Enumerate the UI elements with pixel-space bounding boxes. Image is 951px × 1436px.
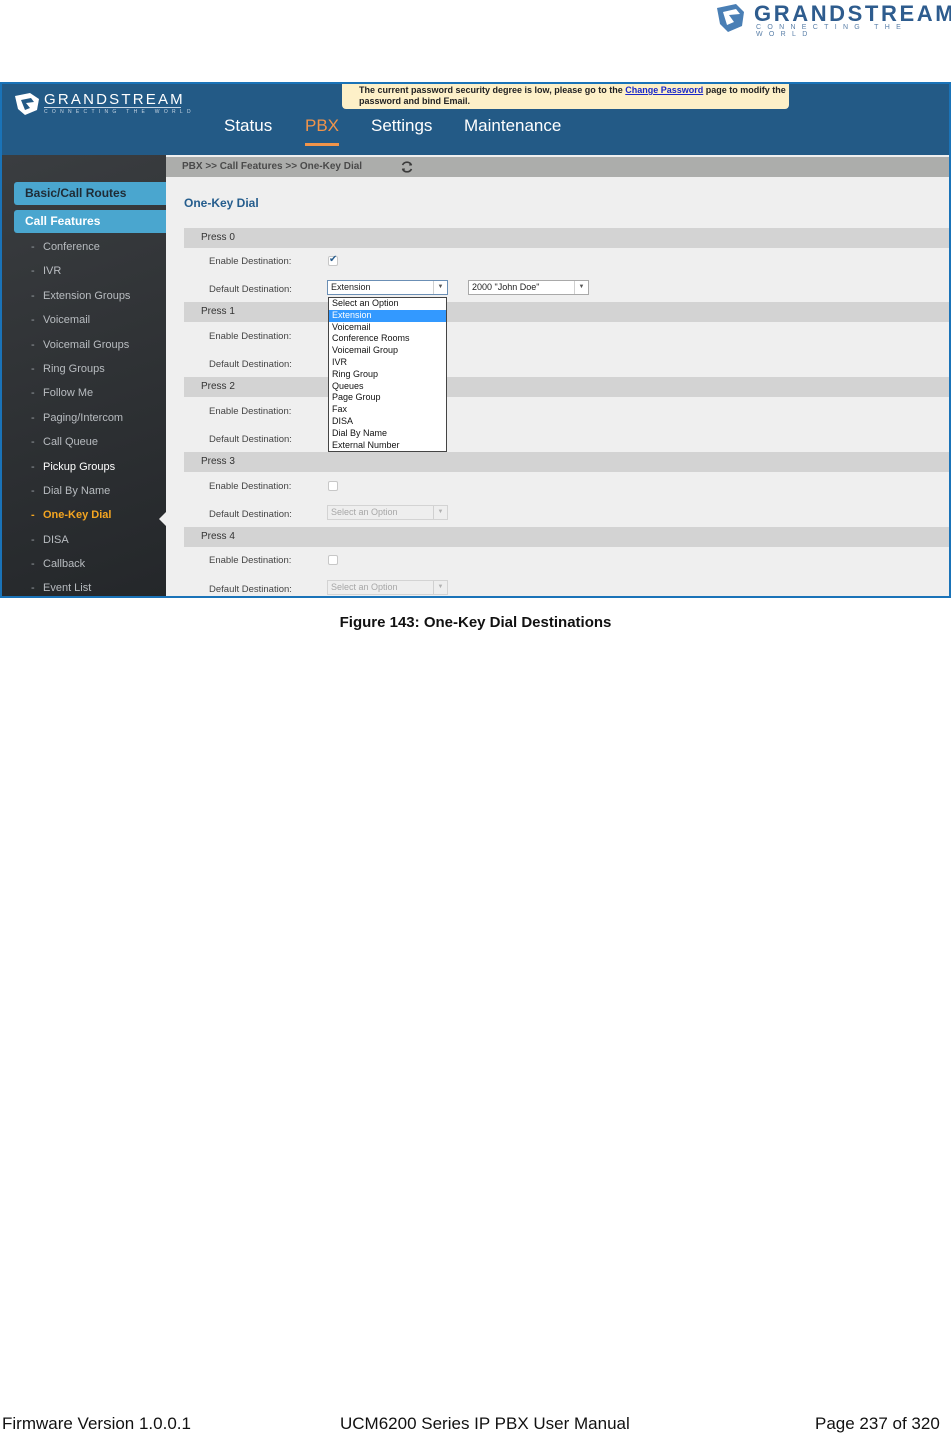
default-destination-label: Default Destination:	[209, 434, 292, 445]
dropdown-option[interactable]: Conference Rooms	[329, 333, 446, 345]
dropdown-option-selected[interactable]: Extension	[329, 309, 446, 322]
enable-destination-label: Enable Destination:	[209, 481, 292, 492]
chevron-down-icon: ▼	[574, 281, 588, 294]
dropdown-option[interactable]: Voicemail Group	[329, 345, 446, 357]
active-item-pointer	[159, 512, 166, 526]
sidebar-item-event-list[interactable]: - Event List	[31, 582, 130, 596]
breadcrumb: PBX >> Call Features >> One-Key Dial	[182, 161, 363, 172]
sidebar: Basic/Call Routes Call Features - Confere…	[2, 155, 166, 596]
sidebar-item-disa[interactable]: - DISA	[31, 534, 130, 558]
sidebar-item-callback[interactable]: - Callback	[31, 558, 130, 582]
press-0-target-select[interactable]: 2000 "John Doe" ▼	[468, 280, 589, 295]
enable-destination-label: Enable Destination:	[209, 555, 292, 566]
nav-maintenance[interactable]: Maintenance	[464, 116, 561, 136]
sidebar-item-call-queue[interactable]: - Call Queue	[31, 436, 130, 460]
logo-tagline: CONNECTING THE WORLD	[756, 24, 908, 38]
ucm-screenshot: GRANDSTREAM CONNECTING THE WORLD The cur…	[0, 82, 951, 598]
press-3-destination-select[interactable]: Select an Option ▼	[327, 505, 448, 520]
sidebar-list: - Conference - IVR - Extension Groups - Voic…	[31, 241, 130, 596]
enable-destination-label: Enable Destination:	[209, 256, 292, 267]
top-bar: GRANDSTREAM CONNECTING THE WORLD The cur…	[2, 84, 949, 155]
default-destination-label: Default Destination:	[209, 584, 292, 595]
breadcrumb-bar: PBX >> Call Features >> One-Key Dial	[166, 157, 949, 177]
press-4-enable-checkbox[interactable]	[328, 555, 338, 565]
sidebar-item-one-key-dial[interactable]: - One-Key Dial	[31, 509, 130, 533]
section-press-3: Press 3	[184, 452, 949, 472]
default-destination-label: Default Destination:	[209, 284, 292, 295]
chevron-down-icon: ▼	[433, 281, 447, 294]
dropdown-option[interactable]: Queues	[329, 381, 446, 393]
sidebar-item-pickup-groups[interactable]: - Pickup Groups	[31, 461, 130, 485]
sidebar-item-follow-me[interactable]: - Follow Me	[31, 387, 130, 411]
enable-destination-label: Enable Destination:	[209, 331, 292, 342]
sidebar-item-voicemail[interactable]: - Voicemail	[31, 314, 130, 338]
sidebar-item-ring-groups[interactable]: - Ring Groups	[31, 363, 130, 387]
grandstream-logo-icon	[717, 4, 744, 32]
press-0-enable-checkbox[interactable]	[328, 254, 338, 266]
section-press-0: Press 0	[184, 228, 949, 248]
section-press-2: Press 2	[184, 377, 949, 397]
default-destination-label: Default Destination:	[209, 359, 292, 370]
figure-caption: Figure 143: One-Key Dial Destinations	[339, 614, 612, 631]
chevron-down-icon: ▼	[433, 506, 447, 519]
logo-divider	[44, 107, 181, 108]
enable-destination-label: Enable Destination:	[209, 406, 292, 417]
app-logo-tagline: CONNECTING THE WORLD	[44, 109, 195, 115]
change-password-link[interactable]: Change Password	[625, 85, 703, 95]
sidebar-item-voicemail-groups[interactable]: - Voicemail Groups	[31, 339, 130, 363]
app-logo-wordmark: GRANDSTREAM	[44, 91, 185, 108]
password-security-notice: The current password security degree is …	[342, 84, 789, 109]
dropdown-option[interactable]: DISA	[329, 416, 446, 428]
dropdown-option[interactable]: Fax	[329, 404, 446, 416]
footer-manual-title: UCM6200 Series IP PBX User Manual	[340, 1414, 630, 1433]
sidebar-item-dial-by-name[interactable]: - Dial By Name	[31, 485, 130, 509]
grandstream-logo-icon	[15, 93, 39, 115]
section-press-4: Press 4	[184, 527, 949, 547]
refresh-icon[interactable]	[400, 160, 414, 174]
dropdown-option[interactable]: Voicemail	[329, 322, 446, 334]
footer-page-number: Page 237 of 320	[815, 1414, 940, 1433]
section-press-1: Press 1	[184, 302, 949, 322]
dropdown-option[interactable]: Page Group	[329, 392, 446, 404]
dropdown-option[interactable]: Dial By Name	[329, 428, 446, 440]
chevron-down-icon: ▼	[433, 581, 447, 594]
default-destination-label: Default Destination:	[209, 509, 292, 520]
main-content: PBX >> Call Features >> One-Key Dial One…	[166, 155, 949, 596]
page-title: One-Key Dial	[184, 196, 259, 210]
footer-firmware-version: Firmware Version 1.0.0.1	[2, 1414, 191, 1433]
press-0-destination-select[interactable]: Extension ▼	[327, 280, 448, 295]
sidebar-section-call-features[interactable]: Call Features	[14, 210, 166, 233]
sidebar-item-extension-groups[interactable]: - Extension Groups	[31, 290, 130, 314]
press-4-destination-select[interactable]: Select an Option ▼	[327, 580, 448, 595]
nav-status[interactable]: Status	[224, 116, 272, 136]
dropdown-option[interactable]: Ring Group	[329, 369, 446, 381]
destination-dropdown-list: Select an Option Extension Voicemail Con…	[328, 297, 447, 452]
sidebar-item-conference[interactable]: - Conference	[31, 241, 130, 265]
dropdown-option[interactable]: External Number	[329, 440, 446, 452]
dropdown-option[interactable]: Select an Option	[329, 298, 446, 310]
press-3-enable-checkbox[interactable]	[328, 481, 338, 491]
sidebar-item-paging-intercom[interactable]: - Paging/Intercom	[31, 412, 130, 436]
nav-pbx[interactable]: PBX	[305, 116, 340, 146]
dropdown-option[interactable]: IVR	[329, 357, 446, 369]
grandstream-doc-logo: GRANDSTREAM CONNECTING THE WORLD	[712, 0, 951, 40]
sidebar-item-ivr[interactable]: - IVR	[31, 265, 130, 289]
sidebar-section-basic-call-routes[interactable]: Basic/Call Routes	[14, 182, 166, 205]
nav-settings[interactable]: Settings	[371, 116, 432, 136]
